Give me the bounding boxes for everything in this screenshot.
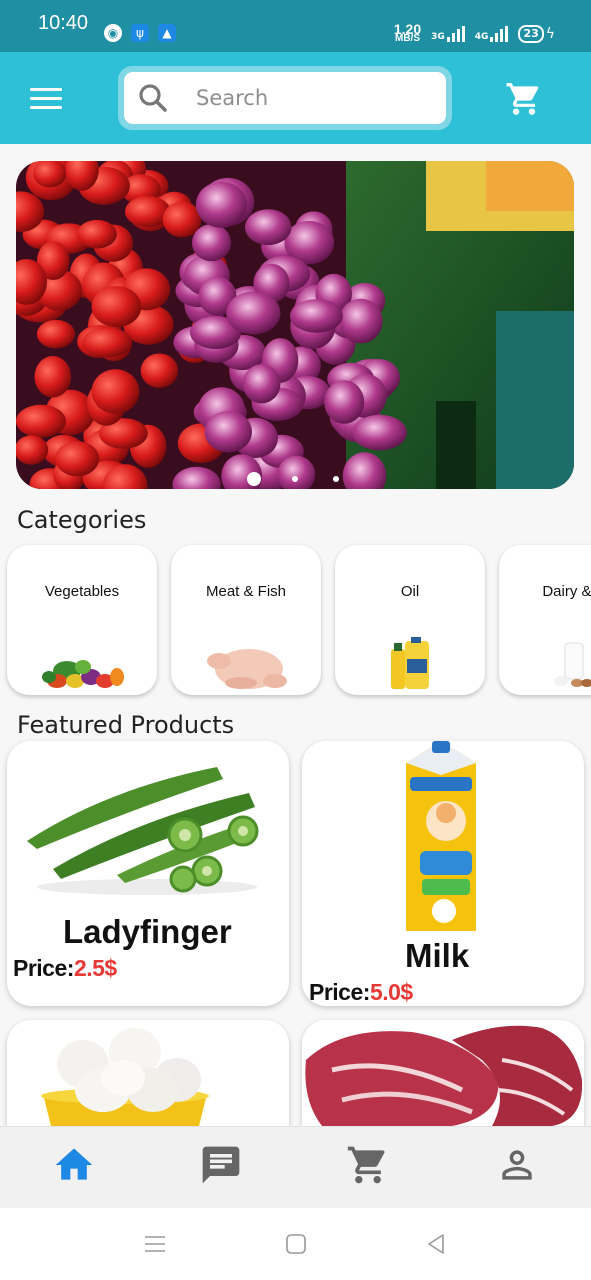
product-price: Price:5.0$ (309, 979, 413, 1006)
chrome-icon: ◉ (104, 24, 122, 42)
signal-3g: 3G (431, 26, 465, 42)
price-amount: 2.5$ (73, 955, 117, 981)
category-card-vegetables[interactable]: Vegetables (7, 545, 157, 695)
eggs-image (41, 1028, 209, 1134)
vegetables-banner-image (16, 161, 574, 489)
system-nav-bar (0, 1208, 591, 1280)
messages-icon[interactable] (199, 1143, 243, 1187)
signal-4g: 4G (475, 26, 509, 42)
product-card-ladyfinger[interactable]: Ladyfinger Price:2.5$ (7, 741, 289, 1006)
recent-apps-icon[interactable] (143, 1232, 167, 1256)
product-name: Milk (405, 937, 470, 974)
bottom-nav (0, 1126, 591, 1208)
chicken-icon (207, 649, 287, 689)
category-label: Oil (400, 583, 420, 600)
category-label: Vegetables (44, 583, 120, 600)
net-speed: 1.20 MB/S (394, 22, 421, 44)
okra-image (27, 767, 259, 895)
oil-icon (391, 637, 429, 689)
featured-title: Featured Products (17, 711, 235, 739)
net-speed-unit: MB/S (395, 33, 420, 44)
cart-icon[interactable] (346, 1143, 390, 1187)
signal-bars-icon (446, 26, 465, 42)
category-card-meat-fish[interactable]: Meat & Fish (171, 545, 321, 695)
carousel-dot[interactable] (292, 476, 298, 482)
charging-icon: ϟ (545, 26, 555, 42)
product-name: Ladyfinger (63, 913, 232, 950)
carousel-dot[interactable] (333, 476, 339, 482)
banner-carousel[interactable] (16, 161, 574, 489)
product-price: Price:2.5$ (13, 955, 117, 982)
android-icon: ▲ (158, 24, 176, 42)
status-right: 1.20 MB/S 3G 4G 23 ϟ (394, 22, 555, 44)
dairy-icon (554, 642, 591, 687)
status-time: 10:40 (38, 12, 89, 34)
home-button-icon[interactable] (284, 1232, 308, 1256)
menu-icon[interactable] (30, 88, 62, 110)
price-label: Price: (13, 955, 74, 981)
signal-4g-label: 4G (474, 32, 489, 42)
back-icon[interactable] (424, 1232, 448, 1256)
cart-icon[interactable] (505, 80, 543, 118)
home-icon[interactable] (52, 1143, 96, 1187)
carousel-dot-active[interactable] (247, 472, 261, 486)
milk-carton-image (406, 741, 476, 931)
profile-icon[interactable] (495, 1143, 539, 1187)
meat-image (305, 1025, 583, 1126)
usb-icon: ψ (131, 24, 149, 42)
category-card-dairy[interactable]: Dairy & E (499, 545, 591, 695)
search-box[interactable] (124, 72, 446, 124)
signal-bars-icon (490, 26, 509, 42)
categories-title: Categories (17, 506, 147, 534)
notification-icons: ◉ ψ ▲ (104, 24, 176, 42)
category-card-oil[interactable]: Oil (335, 545, 485, 695)
battery-icon: 23 (518, 25, 544, 43)
search-bar (118, 66, 452, 130)
app-bar (0, 52, 591, 144)
search-input[interactable] (196, 86, 396, 110)
category-label: Meat & Fish (205, 583, 287, 600)
price-label: Price: (309, 979, 370, 1005)
category-label: Dairy & E (542, 583, 591, 600)
signal-3g-label: 3G (431, 32, 445, 42)
app-root: 10:40 ◉ ψ ▲ 1.20 MB/S 3G 4G 23 ϟ Search … (0, 0, 591, 1280)
status-bar: 10:40 ◉ ψ ▲ 1.20 MB/S 3G 4G 23 ϟ (0, 0, 591, 52)
price-amount: 5.0$ (369, 979, 413, 1005)
vegetables-icon (42, 660, 124, 688)
search-icon[interactable] (138, 83, 168, 113)
product-card-milk[interactable]: Milk Price:5.0$ (302, 741, 584, 1006)
